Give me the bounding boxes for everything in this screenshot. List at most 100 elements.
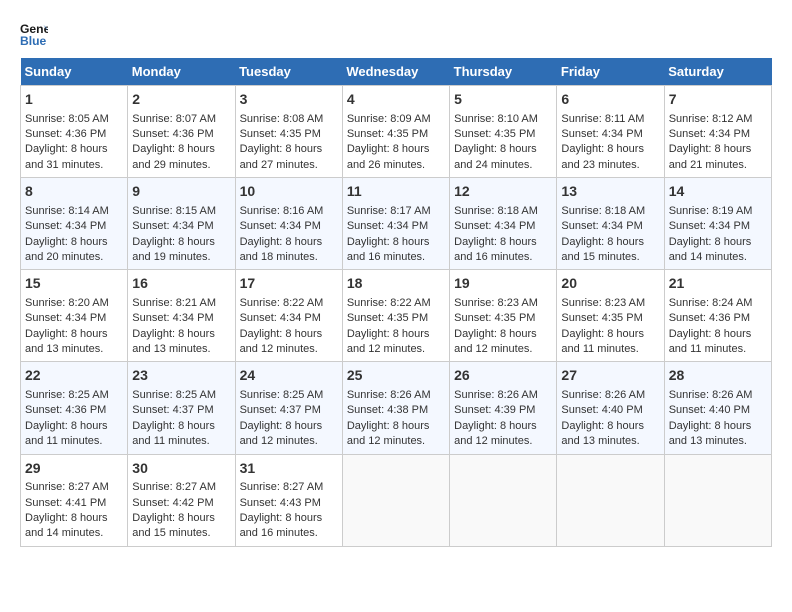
svg-text:Blue: Blue [20,34,47,48]
day-number: 26 [454,366,552,386]
sunrise-text: Sunrise: 8:19 AM [669,205,753,217]
calendar-cell: 24Sunrise: 8:25 AMSunset: 4:37 PMDayligh… [235,362,342,454]
sunset-text: Sunset: 4:34 PM [25,220,106,232]
sunrise-text: Sunrise: 8:10 AM [454,113,538,125]
page-header: General Blue [20,20,772,48]
sunrise-text: Sunrise: 8:18 AM [454,205,538,217]
daylight-text: Daylight: 8 hours and 14 minutes. [669,236,752,263]
calendar-cell: 28Sunrise: 8:26 AMSunset: 4:40 PMDayligh… [664,362,771,454]
calendar-cell: 13Sunrise: 8:18 AMSunset: 4:34 PMDayligh… [557,178,664,270]
sunset-text: Sunset: 4:37 PM [240,404,321,416]
daylight-text: Daylight: 8 hours and 11 minutes. [669,328,752,355]
day-number: 28 [669,366,767,386]
day-number: 14 [669,182,767,202]
sunset-text: Sunset: 4:34 PM [240,220,321,232]
sunrise-text: Sunrise: 8:16 AM [240,205,324,217]
day-number: 7 [669,90,767,110]
daylight-text: Daylight: 8 hours and 23 minutes. [561,143,644,170]
daylight-text: Daylight: 8 hours and 19 minutes. [132,236,215,263]
calendar-cell: 26Sunrise: 8:26 AMSunset: 4:39 PMDayligh… [450,362,557,454]
sunrise-text: Sunrise: 8:26 AM [561,389,645,401]
sunset-text: Sunset: 4:34 PM [132,312,213,324]
weekday-header: Thursday [450,58,557,86]
day-number: 13 [561,182,659,202]
day-number: 10 [240,182,338,202]
calendar-body: 1Sunrise: 8:05 AMSunset: 4:36 PMDaylight… [21,86,772,547]
calendar-cell: 27Sunrise: 8:26 AMSunset: 4:40 PMDayligh… [557,362,664,454]
calendar-cell: 2Sunrise: 8:07 AMSunset: 4:36 PMDaylight… [128,86,235,178]
calendar-week-row: 1Sunrise: 8:05 AMSunset: 4:36 PMDaylight… [21,86,772,178]
calendar-cell: 14Sunrise: 8:19 AMSunset: 4:34 PMDayligh… [664,178,771,270]
day-number: 11 [347,182,445,202]
day-number: 25 [347,366,445,386]
daylight-text: Daylight: 8 hours and 16 minutes. [240,512,323,539]
sunset-text: Sunset: 4:35 PM [240,128,321,140]
daylight-text: Daylight: 8 hours and 24 minutes. [454,143,537,170]
day-number: 21 [669,274,767,294]
calendar-cell: 6Sunrise: 8:11 AMSunset: 4:34 PMDaylight… [557,86,664,178]
sunset-text: Sunset: 4:39 PM [454,404,535,416]
daylight-text: Daylight: 8 hours and 16 minutes. [454,236,537,263]
calendar-cell: 17Sunrise: 8:22 AMSunset: 4:34 PMDayligh… [235,270,342,362]
day-number: 3 [240,90,338,110]
calendar-cell: 30Sunrise: 8:27 AMSunset: 4:42 PMDayligh… [128,454,235,546]
weekday-header: Sunday [21,58,128,86]
weekday-header: Monday [128,58,235,86]
daylight-text: Daylight: 8 hours and 20 minutes. [25,236,108,263]
day-number: 2 [132,90,230,110]
daylight-text: Daylight: 8 hours and 12 minutes. [240,328,323,355]
sunset-text: Sunset: 4:34 PM [132,220,213,232]
sunset-text: Sunset: 4:34 PM [454,220,535,232]
sunset-text: Sunset: 4:34 PM [240,312,321,324]
day-number: 15 [25,274,123,294]
sunset-text: Sunset: 4:36 PM [669,312,750,324]
sunrise-text: Sunrise: 8:25 AM [25,389,109,401]
daylight-text: Daylight: 8 hours and 11 minutes. [132,420,215,447]
sunrise-text: Sunrise: 8:26 AM [454,389,538,401]
daylight-text: Daylight: 8 hours and 14 minutes. [25,512,108,539]
calendar-cell: 9 Sunrise: 8:15 AM Sunset: 4:34 PM Daylight… [128,178,235,270]
calendar-cell: 12Sunrise: 8:18 AMSunset: 4:34 PMDayligh… [450,178,557,270]
sunset-text: Sunset: 4:35 PM [561,312,642,324]
day-number: 27 [561,366,659,386]
calendar-header-row: SundayMondayTuesdayWednesdayThursdayFrid… [21,58,772,86]
daylight-text: Daylight: 8 hours and 21 minutes. [669,143,752,170]
sunset-text: Sunset: 4:34 PM [347,220,428,232]
daylight-text: Daylight: 8 hours and 13 minutes. [669,420,752,447]
sunset-text: Sunset: 4:40 PM [561,404,642,416]
calendar-cell: 21Sunrise: 8:24 AMSunset: 4:36 PMDayligh… [664,270,771,362]
day-number: 18 [347,274,445,294]
sunset-text: Sunset: 4:34 PM [669,128,750,140]
sunrise-text: Sunrise: 8:11 AM [561,113,644,125]
calendar-week-row: 29 Sunrise: 8:27 AM Sunset: 4:41 PM Dayligh… [21,454,772,546]
sunset-text: Sunset: 4:35 PM [454,312,535,324]
calendar-cell [450,454,557,546]
day-number: 9 [132,182,230,202]
weekday-header: Saturday [664,58,771,86]
calendar-cell: 23Sunrise: 8:25 AMSunset: 4:37 PMDayligh… [128,362,235,454]
sunset-text: Sunset: 4:38 PM [347,404,428,416]
calendar-cell [557,454,664,546]
daylight-text: Daylight: 8 hours and 12 minutes. [347,328,430,355]
day-number: 4 [347,90,445,110]
daylight-text: Daylight: 8 hours and 11 minutes. [561,328,644,355]
calendar-cell: 31Sunrise: 8:27 AMSunset: 4:43 PMDayligh… [235,454,342,546]
day-number: 29 [25,459,123,479]
calendar-cell: 3Sunrise: 8:08 AMSunset: 4:35 PMDaylight… [235,86,342,178]
sunset-text: Sunset: 4:35 PM [347,312,428,324]
calendar-week-row: 8Sunrise: 8:14 AMSunset: 4:34 PMDaylight… [21,178,772,270]
sunset-text: Sunset: 4:35 PM [454,128,535,140]
sunrise-text: Sunrise: 8:27 AM [25,481,109,493]
sunrise-text: Sunrise: 8:15 AM [132,205,216,217]
sunrise-text: Sunrise: 8:21 AM [132,297,216,309]
calendar-week-row: 22Sunrise: 8:25 AMSunset: 4:36 PMDayligh… [21,362,772,454]
sunset-text: Sunset: 4:35 PM [347,128,428,140]
calendar-cell [664,454,771,546]
sunset-text: Sunset: 4:41 PM [25,497,106,509]
daylight-text: Daylight: 8 hours and 27 minutes. [240,143,323,170]
sunset-text: Sunset: 4:36 PM [25,128,106,140]
sunrise-text: Sunrise: 8:07 AM [132,113,216,125]
sunset-text: Sunset: 4:34 PM [561,220,642,232]
day-number: 1 [25,90,123,110]
calendar-cell: 10Sunrise: 8:16 AMSunset: 4:34 PMDayligh… [235,178,342,270]
